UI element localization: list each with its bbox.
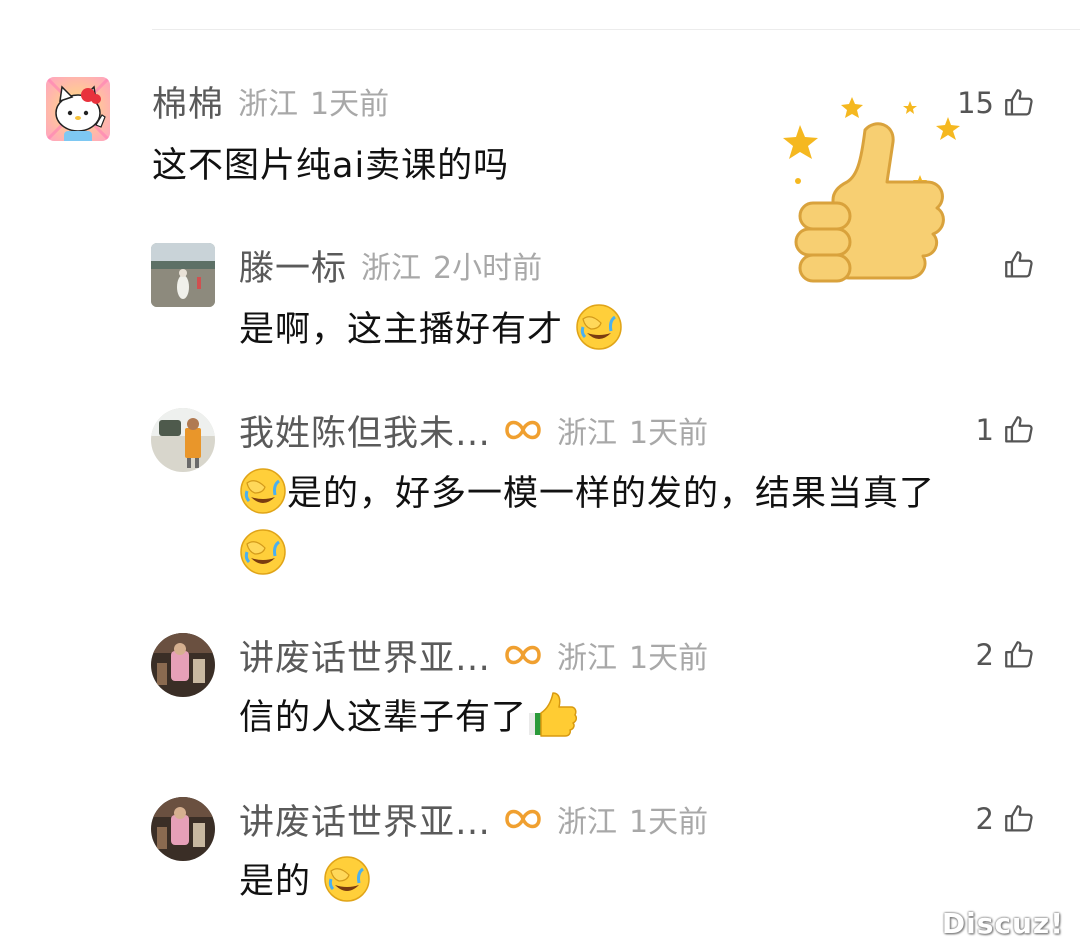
avatar-photo-image	[151, 243, 215, 307]
thumbs-up-outline-icon	[1005, 251, 1033, 278]
comment-meta: 浙江 2小时前	[361, 243, 542, 287]
comment-text: 这不图片纯ai卖课的吗	[152, 146, 510, 186]
comment-text-line	[239, 527, 287, 583]
facepalm-laugh-emoji	[240, 468, 286, 514]
top-divider	[152, 29, 1080, 30]
comment-header: 讲废话世界亚… 浙江 1天前	[239, 633, 708, 679]
watermark: Discuz!	[941, 907, 1064, 940]
avatar-hello-kitty-image	[46, 77, 110, 141]
facepalm-laugh-emoji	[576, 304, 622, 350]
thumbs-up-emoji	[529, 692, 578, 737]
comment-text: 是啊，这主播好有才	[239, 310, 564, 350]
avatar[interactable]	[151, 797, 215, 861]
location-label: 浙江	[238, 87, 299, 122]
comment-text: 信的人这辈子有了	[239, 698, 528, 738]
facepalm-laugh-emoji	[240, 529, 286, 575]
avatar[interactable]	[46, 77, 110, 141]
time-label: 1天前	[629, 805, 709, 840]
username[interactable]: 棉棉	[152, 76, 224, 127]
thumbs-up-outline-icon	[1005, 416, 1033, 443]
like-button[interactable]: 1	[976, 408, 1036, 452]
infinity-badge-icon	[503, 638, 543, 672]
thumbs-up-outline-icon	[1005, 805, 1033, 832]
comment-header: 滕一标 浙江 2小时前	[239, 243, 542, 289]
like-button[interactable]: 2	[976, 797, 1036, 841]
avatar[interactable]	[151, 408, 215, 472]
time-label: 1天前	[629, 641, 709, 676]
facepalm-laugh-emoji	[324, 856, 370, 902]
time-label: 2小时前	[433, 251, 543, 286]
avatar-photo-image	[151, 797, 215, 861]
location-label: 浙江	[557, 416, 618, 451]
comment-text-line: 是啊，这主播好有才	[239, 302, 623, 358]
like-count: 15	[957, 86, 994, 120]
avatar[interactable]	[151, 243, 215, 307]
location-label: 浙江	[557, 641, 618, 676]
comment-meta: 浙江 1天前	[557, 797, 708, 841]
location-label: 浙江	[361, 251, 422, 286]
location-label: 浙江	[557, 805, 618, 840]
like-button[interactable]	[1002, 243, 1036, 287]
like-button[interactable]: 15	[957, 81, 1036, 125]
like-count: 2	[975, 802, 994, 836]
avatar[interactable]	[151, 633, 215, 697]
infinity-badge-icon	[503, 802, 543, 836]
comment-header: 我姓陈但我未… 浙江 1天前	[239, 408, 708, 454]
time-label: 1天前	[629, 416, 709, 451]
like-count: 1	[975, 413, 994, 447]
username[interactable]: 我姓陈但我未…	[239, 405, 491, 456]
comment-text-line: 是的	[239, 854, 371, 910]
infinity-badge-icon	[503, 413, 543, 447]
comment-meta: 浙江 1天前	[238, 79, 389, 123]
thumbs-up-outline-icon	[1005, 89, 1033, 116]
like-button[interactable]: 2	[976, 633, 1036, 677]
username[interactable]: 滕一标	[239, 240, 347, 291]
username[interactable]: 讲废话世界亚…	[239, 630, 491, 681]
comment-text: 是的，好多一模一样的发的，结果当真了	[287, 474, 936, 514]
comment-header: 棉棉 浙江 1天前	[152, 79, 389, 125]
comment-header: 讲废话世界亚… 浙江 1天前	[239, 797, 708, 843]
comment-text-line: 是的，好多一模一样的发的，结果当真了	[239, 466, 935, 522]
avatar-photo-image	[151, 633, 215, 697]
avatar-photo-image	[151, 408, 215, 472]
time-label: 1天前	[310, 87, 390, 122]
comment-meta: 浙江 1天前	[557, 633, 708, 677]
like-count: 2	[975, 638, 994, 672]
big-thumbs-up-sticker	[783, 97, 960, 283]
thumbs-up-outline-icon	[1005, 641, 1033, 668]
comment-meta: 浙江 1天前	[557, 408, 708, 452]
username[interactable]: 讲废话世界亚…	[239, 794, 491, 845]
comment-text: 是的	[239, 862, 312, 902]
comment-text-line: 信的人这辈子有了	[239, 690, 578, 746]
